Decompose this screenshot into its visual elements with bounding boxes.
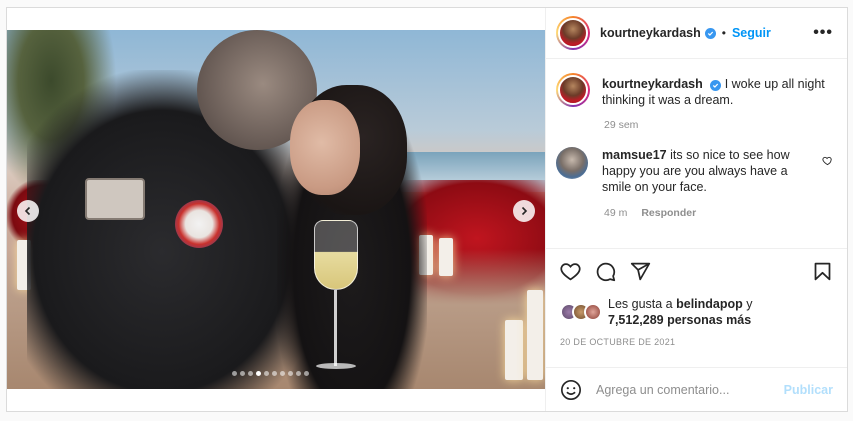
glass-bowl	[314, 220, 358, 290]
comment-time: 49 m	[604, 207, 628, 219]
reply-button[interactable]: Responder	[641, 207, 696, 219]
post-media	[7, 8, 545, 411]
likes-connector: y	[746, 297, 753, 311]
action-bar	[560, 261, 833, 282]
carousel-dot	[304, 371, 309, 376]
instagram-post: kourtneykardash • Seguir ••• kourtneykar…	[6, 7, 848, 412]
carousel-dot	[280, 371, 285, 376]
photo-candle	[527, 290, 543, 380]
photo-woman-face	[290, 100, 360, 195]
caption-avatar-image	[558, 75, 588, 105]
next-slide-button[interactable]	[513, 200, 535, 222]
follow-button[interactable]: Seguir	[732, 26, 771, 40]
carousel-dot	[272, 371, 277, 376]
photo-jacket-patch	[85, 178, 145, 220]
author-avatar-image	[558, 18, 588, 48]
commenter-username[interactable]: mamsue17	[602, 148, 667, 162]
share-icon[interactable]	[630, 261, 651, 282]
chevron-right-icon	[521, 206, 528, 216]
comment-text: mamsue17 its so nice to see how happy yo…	[602, 147, 792, 195]
heart-icon[interactable]	[822, 155, 833, 169]
caption-username[interactable]: kourtneykardash	[602, 77, 703, 91]
comment-input[interactable]: Agrega un comentario...	[596, 383, 729, 397]
comments-section: kourtneykardash I woke up all night thin…	[546, 59, 847, 248]
author-avatar[interactable]	[556, 16, 590, 50]
save-icon[interactable]	[812, 261, 833, 282]
carousel-dots	[232, 371, 309, 376]
author-username[interactable]: kourtneykardash	[600, 26, 701, 40]
carousel-dot	[264, 371, 269, 376]
publish-button[interactable]: Publicar	[784, 383, 833, 397]
glass-stem	[334, 290, 337, 366]
dot-separator: •	[721, 26, 726, 40]
carousel-dot	[248, 371, 253, 376]
photo-champagne-glass	[310, 220, 362, 380]
likes-summary: Les gusta a belindapop y 7,512,289 perso…	[560, 296, 833, 328]
likes-avatars	[560, 303, 602, 321]
likes-text: Les gusta a belindapop y 7,512,289 perso…	[608, 296, 753, 328]
post-sidebar: kourtneykardash • Seguir ••• kourtneykar…	[545, 8, 847, 411]
commenter-avatar[interactable]	[556, 147, 588, 179]
likes-prefix: Les gusta a	[608, 297, 673, 311]
caption: kourtneykardash I woke up all night thin…	[556, 73, 833, 108]
more-icon[interactable]: •••	[813, 24, 833, 42]
caption-time: 29 sem	[604, 119, 639, 131]
chevron-left-icon	[24, 206, 31, 216]
emoji-icon[interactable]	[560, 379, 582, 401]
carousel-dot	[256, 371, 261, 376]
comment-item: mamsue17 its so nice to see how happy yo…	[556, 147, 833, 195]
add-comment-bar: Agrega un comentario... Publicar	[546, 367, 847, 411]
post-date[interactable]: 20 DE OCTUBRE DE 2021	[560, 337, 833, 347]
prev-slide-button[interactable]	[17, 200, 39, 222]
carousel-dot	[240, 371, 245, 376]
likes-count-link[interactable]: 7,512,289 personas más	[608, 313, 751, 327]
actions-area: Les gusta a belindapop y 7,512,289 perso…	[546, 248, 847, 367]
post-header: kourtneykardash • Seguir •••	[546, 8, 847, 59]
caption-text: kourtneykardash I woke up all night thin…	[602, 73, 833, 108]
photo-jacket-round-patch	[175, 200, 223, 248]
photo-candle	[505, 320, 523, 380]
carousel-dot	[296, 371, 301, 376]
comment-meta: 49 m Responder	[604, 207, 833, 219]
heart-icon[interactable]	[560, 261, 581, 282]
carousel-dot	[288, 371, 293, 376]
likes-user-link[interactable]: belindapop	[676, 297, 743, 311]
comment-icon[interactable]	[595, 261, 616, 282]
liker-avatar[interactable]	[584, 303, 602, 321]
glass-foot	[316, 363, 356, 369]
caption-avatar[interactable]	[556, 73, 590, 107]
verified-icon	[710, 80, 722, 91]
verified-icon	[704, 27, 716, 39]
carousel-dot	[232, 371, 237, 376]
photo-candle	[439, 238, 453, 276]
post-photo[interactable]	[7, 30, 545, 389]
